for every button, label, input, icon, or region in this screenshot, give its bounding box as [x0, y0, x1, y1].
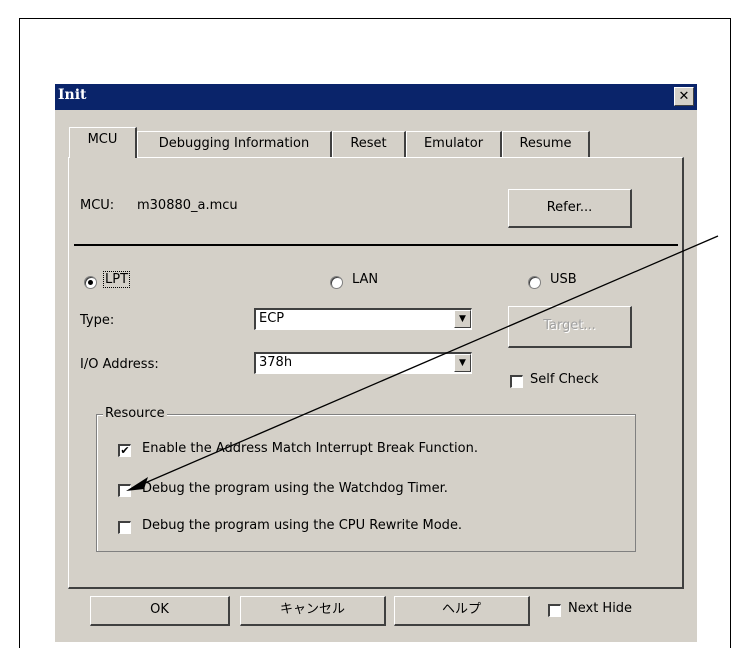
tab-mcu[interactable]: MCU: [69, 127, 137, 158]
tab-label: MCU: [87, 132, 118, 147]
annotation-arrow: [126, 235, 719, 491]
